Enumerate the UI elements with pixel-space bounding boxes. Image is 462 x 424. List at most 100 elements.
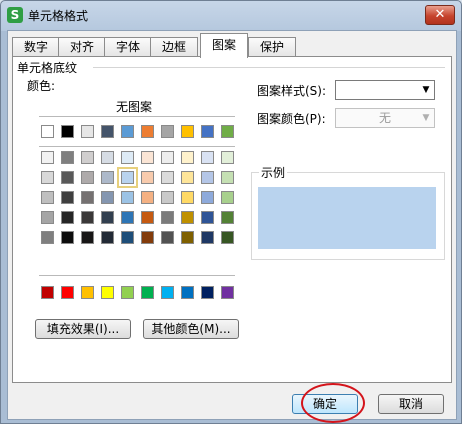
close-button[interactable]: ✕ [425, 5, 455, 25]
pattern-color-value: 无 [378, 111, 391, 125]
color-swatch[interactable] [181, 151, 194, 164]
color-swatch[interactable] [41, 286, 54, 299]
tab-alignment[interactable]: 对齐 [58, 37, 106, 57]
color-swatch[interactable] [161, 125, 174, 138]
fill-effects-button[interactable]: 填充效果(I)... [35, 319, 131, 339]
color-swatch[interactable] [41, 171, 54, 184]
color-swatch[interactable] [161, 286, 174, 299]
color-swatch[interactable] [81, 125, 94, 138]
color-swatch[interactable] [141, 171, 154, 184]
color-swatch[interactable] [81, 286, 94, 299]
dialog-title: 单元格格式 [28, 9, 89, 23]
highlight-circle [301, 383, 365, 423]
color-swatch[interactable] [121, 151, 134, 164]
tab-pattern[interactable]: 图案 [200, 33, 248, 58]
color-swatch[interactable] [101, 125, 114, 138]
no-pattern-option[interactable]: 无图案 [116, 98, 152, 115]
color-swatch[interactable] [121, 125, 134, 138]
color-swatch[interactable] [141, 286, 154, 299]
color-swatch[interactable] [201, 191, 214, 204]
color-swatch[interactable] [101, 211, 114, 224]
chevron-down-icon: ▼ [422, 85, 430, 95]
color-swatch[interactable] [201, 151, 214, 164]
color-swatch[interactable] [161, 191, 174, 204]
color-swatch[interactable] [101, 151, 114, 164]
sample-label: 示例 [259, 164, 288, 181]
more-colors-button[interactable]: 其他颜色(M)... [143, 319, 239, 339]
color-swatch[interactable] [41, 211, 54, 224]
color-swatch[interactable] [81, 191, 94, 204]
color-swatch[interactable] [61, 171, 74, 184]
color-swatch[interactable] [221, 211, 234, 224]
pattern-color-select[interactable]: 无 ▼ [335, 108, 435, 128]
color-label: 颜色: [27, 79, 56, 93]
color-swatch[interactable] [161, 231, 174, 244]
dialog-client: 数字 对齐 字体 边框 图案 保护 单元格底纹 颜色: 无图案 填充效果(I).… [7, 30, 457, 420]
color-swatch[interactable] [181, 191, 194, 204]
color-swatch[interactable] [81, 211, 94, 224]
color-swatch[interactable] [101, 171, 114, 184]
color-swatch[interactable] [117, 167, 138, 188]
color-swatch[interactable] [141, 231, 154, 244]
tab-protection[interactable]: 保护 [248, 37, 296, 57]
palette-separator [39, 275, 235, 276]
shading-group-title: 单元格底纹 [17, 61, 78, 75]
color-swatch[interactable] [101, 231, 114, 244]
color-swatch[interactable] [201, 231, 214, 244]
color-swatch[interactable] [141, 125, 154, 138]
format-cells-dialog: S 单元格格式 ✕ 数字 对齐 字体 边框 图案 保护 单元格底纹 颜色: 无图… [0, 0, 462, 424]
color-swatch[interactable] [61, 231, 74, 244]
pattern-style-select[interactable]: ▼ [335, 80, 435, 100]
palette-separator [39, 116, 235, 117]
tab-border[interactable]: 边框 [150, 37, 198, 57]
chevron-down-icon: ▼ [422, 113, 430, 123]
color-swatch[interactable] [121, 211, 134, 224]
color-swatch[interactable] [121, 191, 134, 204]
wps-app-icon: S [7, 7, 23, 23]
color-swatch[interactable] [221, 151, 234, 164]
color-swatch[interactable] [41, 125, 54, 138]
color-swatch[interactable] [181, 231, 194, 244]
color-swatch[interactable] [61, 211, 74, 224]
color-swatch[interactable] [81, 171, 94, 184]
group-divider [93, 67, 445, 68]
color-swatch[interactable] [141, 191, 154, 204]
color-swatch[interactable] [181, 125, 194, 138]
color-swatch[interactable] [161, 171, 174, 184]
color-swatch[interactable] [201, 171, 214, 184]
pattern-style-label: 图案样式(S): [257, 84, 327, 98]
color-swatch[interactable] [61, 151, 74, 164]
color-swatch[interactable] [201, 125, 214, 138]
color-swatch[interactable] [201, 211, 214, 224]
color-swatch[interactable] [181, 211, 194, 224]
color-swatch[interactable] [61, 125, 74, 138]
color-swatch[interactable] [221, 125, 234, 138]
color-swatch[interactable] [181, 286, 194, 299]
color-swatch[interactable] [101, 286, 114, 299]
color-swatch[interactable] [41, 151, 54, 164]
color-swatch[interactable] [141, 151, 154, 164]
color-swatch[interactable] [81, 231, 94, 244]
color-swatch[interactable] [61, 286, 74, 299]
color-swatch[interactable] [161, 151, 174, 164]
color-swatch[interactable] [201, 286, 214, 299]
color-swatch[interactable] [221, 286, 234, 299]
color-swatch[interactable] [121, 231, 134, 244]
color-swatch[interactable] [41, 191, 54, 204]
color-swatch[interactable] [41, 231, 54, 244]
color-swatch[interactable] [181, 171, 194, 184]
color-swatch[interactable] [161, 211, 174, 224]
tab-font[interactable]: 字体 [104, 37, 152, 57]
color-swatch[interactable] [141, 211, 154, 224]
color-swatch[interactable] [221, 171, 234, 184]
color-swatch[interactable] [121, 286, 134, 299]
color-swatch[interactable] [221, 191, 234, 204]
tab-number[interactable]: 数字 [12, 37, 60, 57]
color-swatch[interactable] [61, 191, 74, 204]
color-swatch[interactable] [221, 231, 234, 244]
color-swatch[interactable] [101, 191, 114, 204]
color-swatch[interactable] [81, 151, 94, 164]
pattern-color-label: 图案颜色(P): [257, 112, 326, 126]
cancel-button[interactable]: 取消 [378, 394, 444, 414]
pattern-panel: 单元格底纹 颜色: 无图案 填充效果(I)... 其他颜色(M)... 图案样式… [12, 56, 452, 383]
